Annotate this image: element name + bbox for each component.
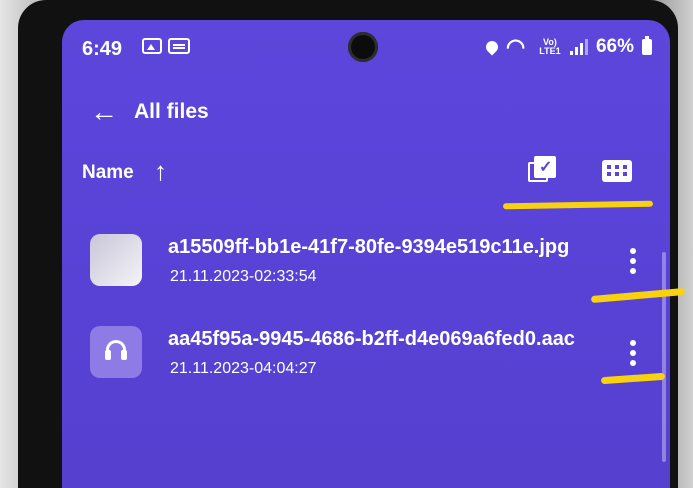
gallery-icon <box>142 38 162 54</box>
status-right-group: Vo) LTE1 66% <box>483 34 652 60</box>
file-name: a15509ff-bb1e-41f7-80fe-9394e519c11e.jpg <box>168 236 570 258</box>
arrow-up-icon[interactable]: ↑ <box>154 156 167 187</box>
signal-icon <box>569 39 588 55</box>
sort-by-name-button[interactable]: Name <box>82 162 134 184</box>
volte-indicator: Vo) LTE1 <box>539 37 561 56</box>
page-title: All files <box>134 100 209 123</box>
more-options-icon[interactable] <box>630 340 636 366</box>
message-icon <box>168 38 190 54</box>
list-item[interactable]: aa45f95a-9945-4686-b2ff-d4e069a6fed0.aac… <box>62 320 670 400</box>
phone-frame: 6:49 Vo) LTE1 66% ← All files Name ↑ a15… <box>18 0 678 488</box>
more-options-icon[interactable] <box>630 248 636 274</box>
arrow-left-icon[interactable]: ← <box>90 98 118 126</box>
front-camera <box>348 32 378 62</box>
file-date: 21.11.2023-02:33:54 <box>170 268 317 285</box>
grid-view-icon[interactable] <box>602 160 632 182</box>
battery-icon <box>642 36 652 55</box>
status-time: 6:49 <box>82 38 123 60</box>
scrollbar[interactable] <box>662 252 666 462</box>
battery-percent: 66% <box>595 36 634 57</box>
file-date: 21.11.2023-04:04:27 <box>170 360 317 377</box>
list-item[interactable]: a15509ff-bb1e-41f7-80fe-9394e519c11e.jpg… <box>62 228 670 308</box>
headphones-icon <box>104 338 128 360</box>
status-notification-icons <box>142 38 190 54</box>
image-thumbnail <box>90 234 142 286</box>
select-multiple-icon[interactable] <box>528 156 556 184</box>
audio-thumbnail <box>90 326 142 378</box>
phone-screen: 6:49 Vo) LTE1 66% ← All files Name ↑ a15… <box>62 20 670 488</box>
location-icon <box>483 38 501 56</box>
wifi-icon <box>506 34 530 60</box>
file-name: aa45f95a-9945-4686-b2ff-d4e069a6fed0.aac <box>168 328 575 350</box>
